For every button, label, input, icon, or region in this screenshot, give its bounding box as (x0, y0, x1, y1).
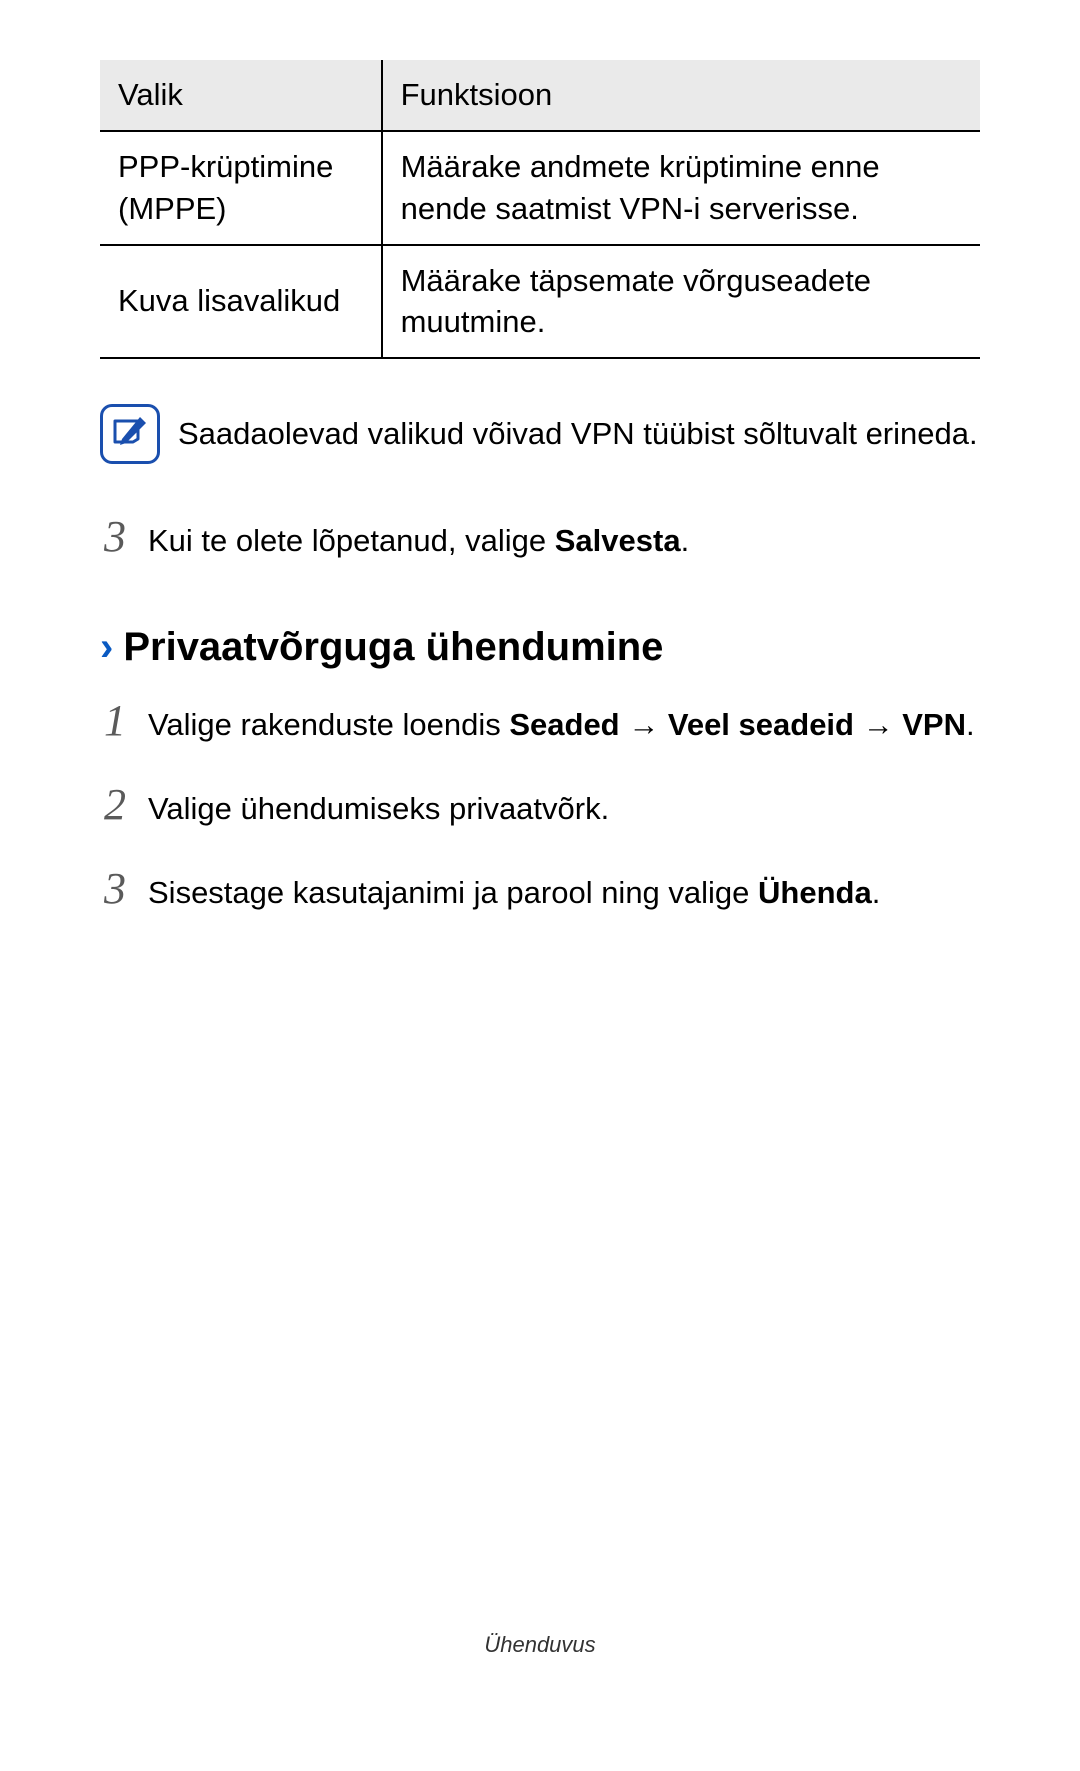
footer-section-label: Ühenduvus (0, 1632, 1080, 1658)
step-number: 1 (100, 688, 130, 754)
step-item: 3 Sisestage kasutajanimi ja parool ning … (100, 856, 980, 922)
table-cell-option: Kuva lisavalikud (100, 245, 382, 359)
table-row: Kuva lisavalikud Määrake täpsemate võrgu… (100, 245, 980, 359)
table-cell-option: PPP-krüptimine (MPPE) (100, 131, 382, 245)
table-header-option: Valik (100, 60, 382, 131)
step-item: 2 Valige ühendumiseks privaatvõrk. (100, 772, 980, 838)
step-text: Sisestage kasutajanimi ja parool ning va… (148, 870, 880, 917)
document-page: Valik Funktsioon PPP-krüptimine (MPPE) M… (0, 0, 1080, 1771)
step-text: Valige rakenduste loendis Seaded → Veel … (148, 702, 975, 749)
heading-text: Privaatvõrguga ühendumine (123, 625, 663, 670)
step-number: 3 (100, 856, 130, 922)
note-text: Saadaolevad valikud võivad VPN tüübist s… (178, 413, 978, 455)
step-text: Valige ühendumiseks privaatvõrk. (148, 786, 609, 833)
page-number: 122 (498, 1668, 581, 1711)
note-callout: Saadaolevad valikud võivad VPN tüübist s… (100, 404, 980, 464)
page-footer: Ühenduvus 122 (0, 1632, 1080, 1711)
note-icon (100, 404, 160, 464)
chevron-right-icon: › (100, 625, 113, 670)
step-item: 1 Valige rakenduste loendis Seaded → Vee… (100, 688, 980, 754)
table-cell-function: Määrake täpsemate võrguseadete muutmine. (382, 245, 980, 359)
options-table: Valik Funktsioon PPP-krüptimine (MPPE) M… (100, 60, 980, 359)
step-number: 2 (100, 772, 130, 838)
table-row: PPP-krüptimine (MPPE) Määrake andmete kr… (100, 131, 980, 245)
step-list: 1 Valige rakenduste loendis Seaded → Vee… (100, 688, 980, 922)
section-heading: › Privaatvõrguga ühendumine (100, 625, 980, 670)
table-header-row: Valik Funktsioon (100, 60, 980, 131)
step-number: 3 (100, 504, 130, 570)
table-cell-function: Määrake andmete krüptimine enne nende sa… (382, 131, 980, 245)
step-text: Kui te olete lõpetanud, valige Salvesta. (148, 518, 689, 565)
table-header-function: Funktsioon (382, 60, 980, 131)
step-item: 3 Kui te olete lõpetanud, valige Salvest… (100, 504, 980, 570)
